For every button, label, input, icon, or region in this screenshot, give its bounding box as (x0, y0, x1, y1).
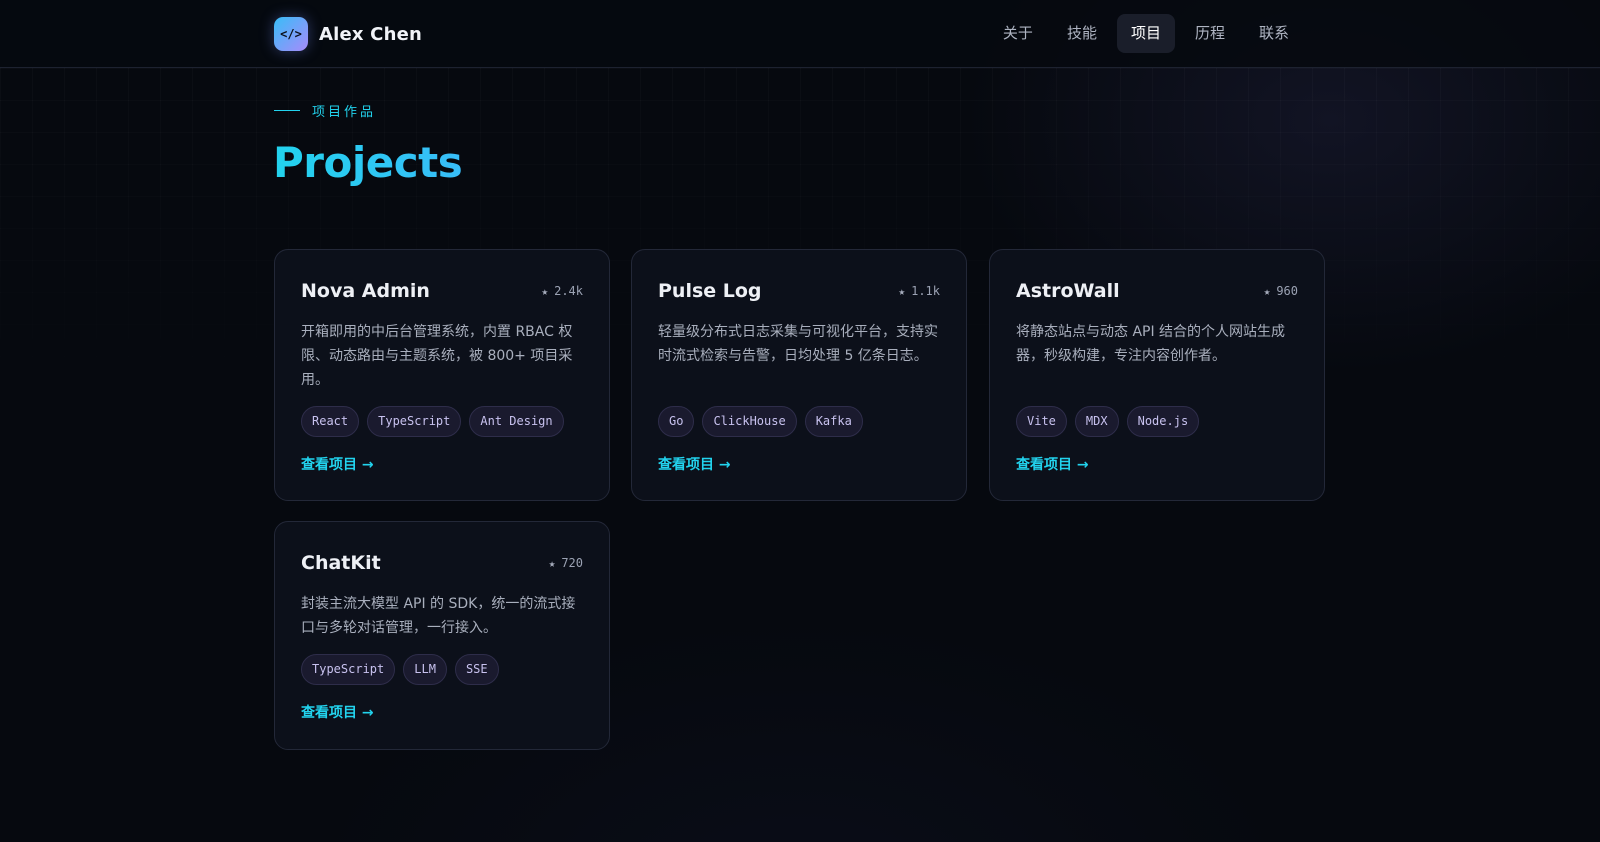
site-header: </> Alex Chen 关于 技能 项目 历程 联系 (0, 0, 1600, 68)
tag[interactable]: Vite (1016, 406, 1067, 437)
view-project-link[interactable]: 查看项目 → (301, 702, 374, 722)
star-count-value: 1.1k (911, 284, 940, 298)
project-card-nova-admin: Nova Admin ★ 2.4k 开箱即用的中后台管理系统，内置 RBAC 权… (274, 249, 610, 501)
nav-item-journey[interactable]: 历程 (1181, 14, 1239, 53)
star-icon: ★ (548, 556, 556, 570)
nav-item-about[interactable]: 关于 (989, 14, 1047, 53)
project-title: ChatKit (301, 552, 381, 574)
star-icon: ★ (541, 284, 549, 298)
project-title: Pulse Log (658, 280, 762, 302)
star-icon: ★ (898, 284, 906, 298)
project-description: 开箱即用的中后台管理系统，内置 RBAC 权限、动态路由与主题系统，被 800+… (301, 324, 573, 388)
tag[interactable]: Go (658, 406, 695, 437)
star-count-value: 720 (561, 556, 583, 570)
code-logo-icon: </> (274, 17, 308, 51)
view-project-link[interactable]: 查看项目 → (301, 454, 374, 474)
tag[interactable]: React (301, 406, 360, 437)
nav-item-contact[interactable]: 联系 (1245, 14, 1303, 53)
project-card-astrowall: AstroWall ★ 960 将静态站点与动态 API 结合的个人网站生成器，… (989, 249, 1325, 501)
tag[interactable]: Node.js (1126, 406, 1200, 437)
project-card-pulse-log: Pulse Log ★ 1.1k 轻量级分布式日志采集与可视化平台，支持实时流式… (631, 249, 967, 501)
project-title: AstroWall (1016, 280, 1120, 302)
star-icon: ★ (1263, 284, 1271, 298)
brand-link[interactable]: </> Alex Chen (274, 17, 422, 51)
tag-list: Go ClickHouse Kafka (658, 406, 940, 437)
section-eyebrow: 项目作品 (274, 101, 376, 120)
view-project-link[interactable]: 查看项目 → (1016, 454, 1089, 474)
project-card-chatkit: ChatKit ★ 720 封装主流大模型 API 的 SDK，统一的流式接口与… (274, 521, 610, 750)
project-description: 将静态站点与动态 API 结合的个人网站生成器，秒级构建，专注内容创作者。 (1016, 324, 1286, 364)
star-count: ★ 1.1k (898, 284, 940, 298)
tag[interactable]: LLM (403, 654, 447, 685)
nav-item-projects[interactable]: 项目 (1116, 14, 1175, 53)
star-count: ★ 960 (1264, 284, 1298, 298)
tag-list: TypeScript LLM SSE (301, 654, 583, 685)
project-description: 封装主流大模型 API 的 SDK，统一的流式接口与多轮对话管理，一行接入。 (301, 596, 576, 636)
brand-name: Alex Chen (319, 23, 423, 45)
project-description: 轻量级分布式日志采集与可视化平台，支持实时流式检索与告警，日均处理 5 亿条日志… (658, 324, 938, 364)
star-count: ★ 2.4k (541, 284, 583, 298)
tag[interactable]: SSE (454, 654, 499, 685)
project-title: Nova Admin (301, 280, 430, 302)
tag[interactable]: TypeScript (301, 654, 396, 685)
tag-list: Vite MDX Node.js (1016, 406, 1298, 437)
tag-list: React TypeScript Ant Design (301, 406, 583, 437)
eyebrow-label: 项目作品 (312, 105, 377, 120)
star-count-value: 960 (1276, 284, 1298, 298)
tag[interactable]: MDX (1074, 406, 1119, 437)
star-count: ★ 720 (549, 556, 583, 570)
eyebrow-divider (274, 110, 300, 111)
tag[interactable]: Ant Design (469, 406, 564, 437)
tag[interactable]: Kafka (804, 406, 863, 437)
tag[interactable]: TypeScript (367, 406, 462, 437)
section-title: Projects (273, 138, 463, 187)
star-count-value: 2.4k (554, 284, 583, 298)
nav-item-skills[interactable]: 技能 (1053, 14, 1111, 53)
main-nav: 关于 技能 项目 历程 联系 (989, 14, 1303, 53)
view-project-link[interactable]: 查看项目 → (658, 454, 731, 474)
tag[interactable]: ClickHouse (702, 406, 797, 437)
